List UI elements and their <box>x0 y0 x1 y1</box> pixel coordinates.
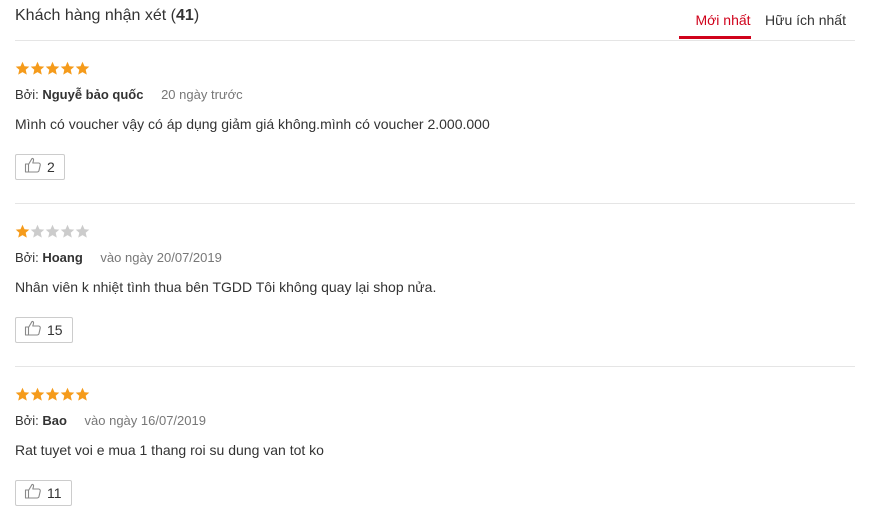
like-count: 2 <box>47 159 55 175</box>
review-content: Rat tuyet voi e mua 1 thang roi su dung … <box>15 442 324 458</box>
thumbs-up-icon <box>24 157 47 178</box>
star-filled-icon <box>75 61 90 75</box>
review-item: Bởi: Bao vào ngày 16/07/2019 Rat tuyet v… <box>15 366 855 529</box>
star-filled-icon <box>60 61 75 75</box>
like-button[interactable]: 15 <box>15 317 73 343</box>
thumbs-up-icon <box>24 320 47 341</box>
review-date: vào ngày 16/07/2019 <box>84 413 206 428</box>
star-empty-icon <box>45 224 60 238</box>
by-label: Bởi: <box>15 87 39 102</box>
title-prefix: Khách hàng nhận xét ( <box>15 7 177 24</box>
star-filled-icon <box>30 387 45 401</box>
star-filled-icon <box>45 61 60 75</box>
star-empty-icon <box>30 224 45 238</box>
active-tab-underline <box>679 36 751 39</box>
like-count: 11 <box>47 485 62 501</box>
like-count: 15 <box>47 322 63 338</box>
by-label: Bởi: <box>15 250 39 265</box>
tab-newest[interactable]: Mới nhất <box>687 12 759 28</box>
star-rating <box>15 61 90 77</box>
review-item: Bởi: Hoang vào ngày 20/07/2019 Nhân viên… <box>15 203 855 367</box>
title-suffix: ) <box>193 7 200 24</box>
review-date: 20 ngày trước <box>161 87 243 102</box>
review-author: Bao <box>42 413 67 428</box>
tab-most-helpful[interactable]: Hữu ích nhất <box>765 12 855 28</box>
review-count: 41 <box>176 7 194 24</box>
review-meta: Bởi: Bao vào ngày 16/07/2019 <box>15 413 206 428</box>
review-meta: Bởi: Nguyễ bảo quốc 20 ngày trước <box>15 87 243 102</box>
review-item: Bởi: Nguyễ bảo quốc 20 ngày trước Mình c… <box>15 40 855 204</box>
star-filled-icon <box>45 387 60 401</box>
star-filled-icon <box>15 61 30 75</box>
like-button[interactable]: 11 <box>15 480 72 506</box>
like-button[interactable]: 2 <box>15 154 65 180</box>
thumbs-up-icon <box>24 483 47 504</box>
reviews-title: Khách hàng nhận xét (41) <box>15 7 199 25</box>
star-rating <box>15 387 90 403</box>
review-author: Nguyễ bảo quốc <box>42 87 144 102</box>
reviews-section: Khách hàng nhận xét (41) Mới nhất Hữu íc… <box>0 0 870 514</box>
star-rating <box>15 224 90 240</box>
star-filled-icon <box>75 387 90 401</box>
review-author: Hoang <box>42 250 83 265</box>
review-meta: Bởi: Hoang vào ngày 20/07/2019 <box>15 250 222 265</box>
review-date: vào ngày 20/07/2019 <box>100 250 222 265</box>
by-label: Bởi: <box>15 413 39 428</box>
star-empty-icon <box>60 224 75 238</box>
review-content: Mình có voucher vậy có áp dụng giảm giá … <box>15 116 490 132</box>
star-filled-icon <box>30 61 45 75</box>
reviews-header: Khách hàng nhận xét (41) Mới nhất Hữu íc… <box>15 0 855 41</box>
star-filled-icon <box>15 224 30 238</box>
star-filled-icon <box>15 387 30 401</box>
star-filled-icon <box>60 387 75 401</box>
star-empty-icon <box>75 224 90 238</box>
review-content: Nhân viên k nhiệt tình thua bên TGDD Tôi… <box>15 279 437 295</box>
